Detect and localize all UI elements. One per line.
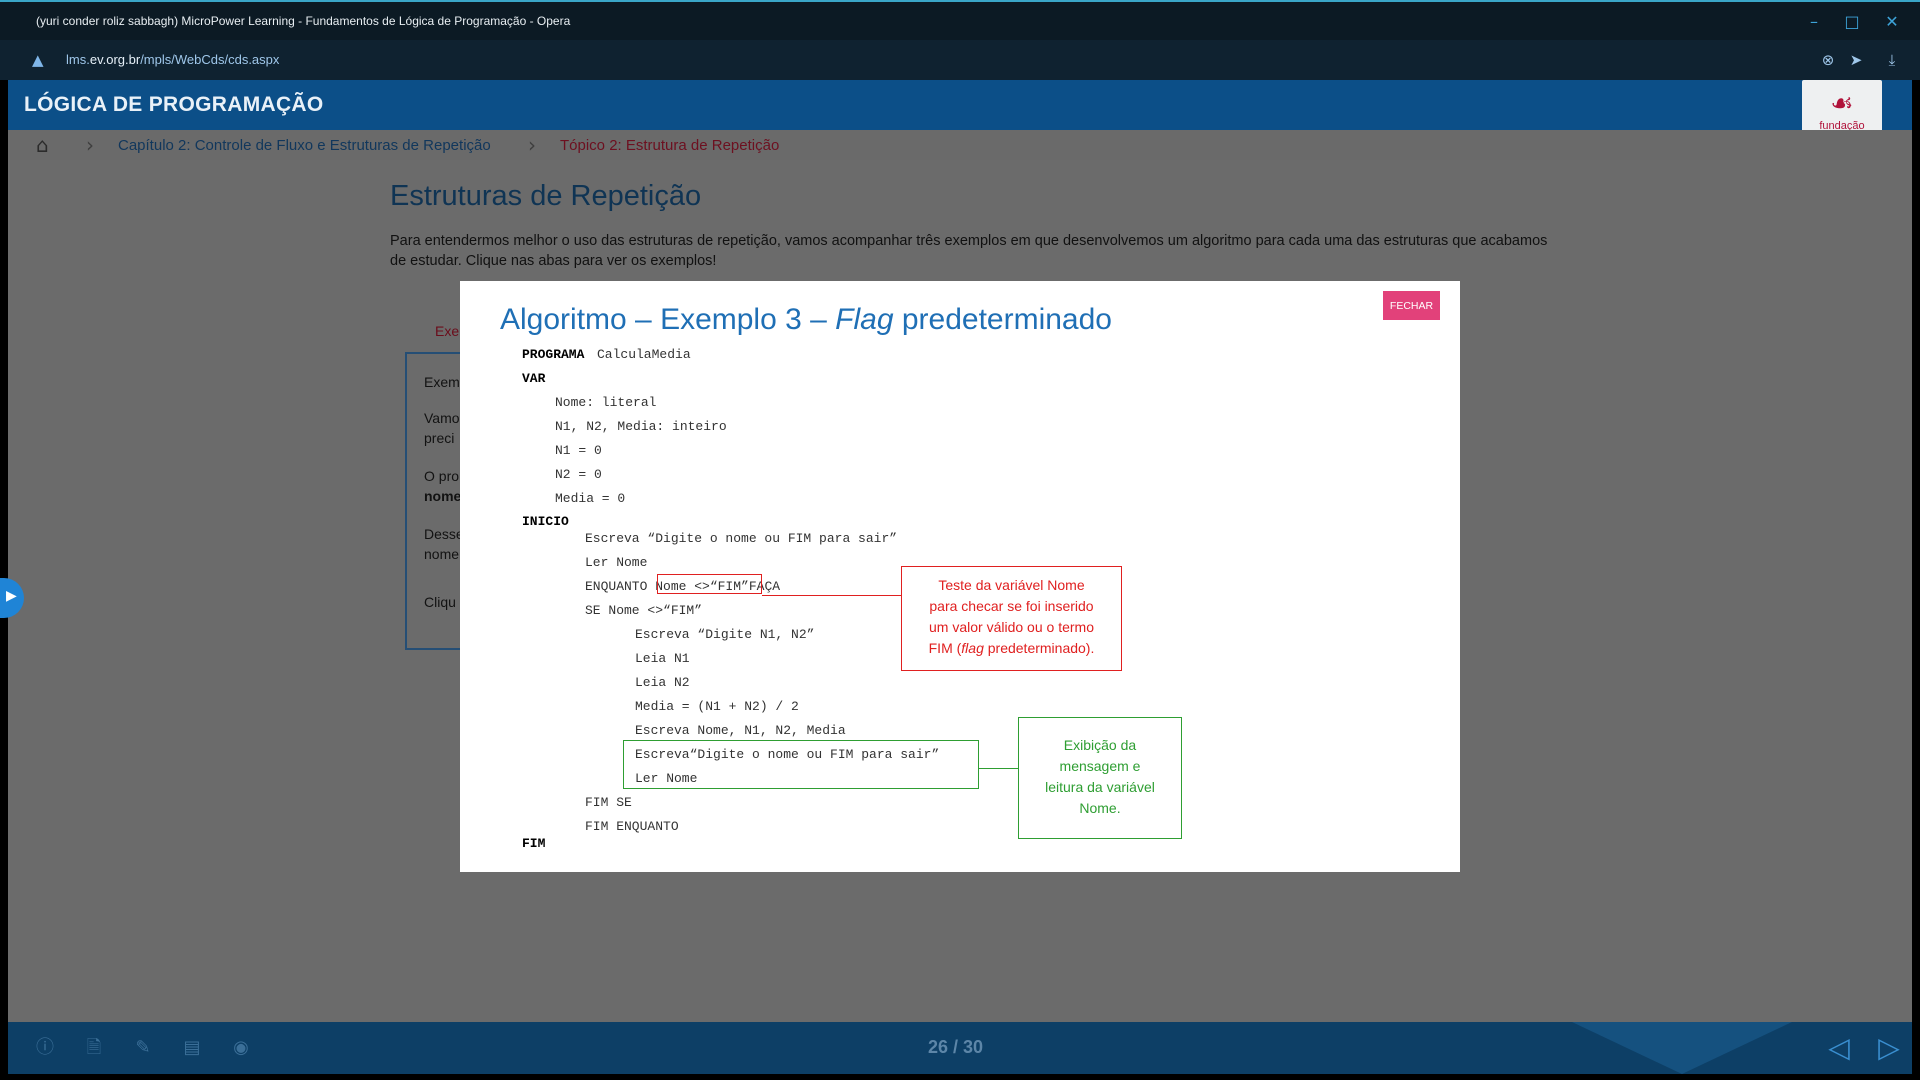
pdf-icon[interactable]: ▤ [180, 1036, 204, 1060]
url-text[interactable]: lms.ev.org.br/mpls/WebCds/cds.aspx [66, 52, 279, 67]
spellcheck-icon[interactable]: ✎ [131, 1036, 155, 1060]
previous-page-icon[interactable]: ◁ [1824, 1032, 1854, 1064]
course-footer: ⓘ 🗎 ✎ ▤ ◉ 26 / 30 ◁ ▷ [8, 1022, 1912, 1074]
intro-text: Para entendermos melhor o uso das estrut… [390, 233, 1548, 269]
info-icon[interactable]: ⓘ [33, 1036, 57, 1060]
code-line: N1 = 0 [555, 443, 602, 458]
adblock-icon[interactable]: ⊗ [1818, 50, 1838, 70]
download-icon[interactable]: ⤓ [1882, 50, 1902, 70]
code-line: CalculaMedia [597, 347, 691, 362]
message-highlight-box [623, 740, 979, 789]
footer-decoration [1572, 1022, 1792, 1074]
code-keyword: PROGRAMA [522, 347, 585, 362]
example-modal: Algoritmo – Exemplo 3 – Flag predetermin… [460, 281, 1460, 872]
app-title: LÓGICA DE PROGRAMAÇÃO [24, 93, 324, 116]
code-line: FIM ENQUANTO [585, 819, 679, 834]
code-keyword: VAR [522, 371, 546, 386]
maximize-icon[interactable]: □ [1838, 10, 1866, 34]
code-line: Media = 0 [555, 491, 626, 506]
chevron-right-icon: › [528, 133, 536, 157]
code-line: Escreva Nome, N1, N2, Media [635, 723, 846, 738]
code-line: FIM SE [585, 795, 632, 810]
chevron-right-icon: › [86, 133, 94, 157]
window-title: (yuri conder roliz sabbagh) MicroPower L… [36, 14, 571, 28]
code-line: Leia N2 [635, 675, 690, 690]
page-title: Estruturas de Repetição [390, 180, 702, 212]
close-button[interactable]: FECHAR [1383, 291, 1440, 320]
breadcrumb: ⌂ › Capítulo 2: Controle de Fluxo e Estr… [8, 130, 1912, 160]
example-tab[interactable]: Exe [435, 323, 459, 339]
modal-title: Algoritmo – Exemplo 3 – Flag predetermin… [500, 303, 1112, 336]
next-page-icon[interactable]: ▷ [1874, 1032, 1904, 1064]
code-line: Nome: literal [555, 395, 657, 410]
condition-highlight-box [657, 574, 762, 594]
breadcrumb-topic[interactable]: Tópico 2: Estrutura de Repetição [560, 137, 779, 154]
warning-icon[interactable]: ▲ [32, 51, 44, 69]
code-line: Escreva “Digite o nome ou FIM para sair” [585, 531, 898, 546]
page-indicator: 26 / 30 [928, 1037, 984, 1057]
address-bar[interactable]: ▲ lms.ev.org.br/mpls/WebCds/cds.aspx ⊗ ➤… [0, 40, 1920, 80]
eye-icon[interactable]: ◉ [229, 1036, 253, 1060]
home-icon[interactable]: ⌂ [36, 133, 49, 157]
send-icon[interactable]: ➤ [1846, 50, 1866, 70]
red-note-text: Teste da variável Nome para checar se fo… [928, 577, 1095, 656]
connector-line [762, 595, 902, 596]
document-icon[interactable]: 🗎 [82, 1036, 106, 1060]
app-header: LÓGICA DE PROGRAMAÇÃO [8, 80, 1912, 130]
play-arrow-icon: ▶ [6, 588, 17, 604]
code-line: SE Nome <>“FIM” [585, 603, 703, 618]
browser-titlebar: (yuri conder roliz sabbagh) MicroPower L… [0, 0, 1920, 40]
bottom-strip [0, 1074, 1920, 1080]
green-note-text: Exibição da mensagem e leitura da variáv… [1045, 737, 1155, 816]
connector-line [979, 768, 1019, 769]
code-line: Media = (N1 + N2) / 2 [635, 699, 799, 714]
code-keyword: INICIO [522, 514, 569, 529]
code-line: N1, N2, Media: inteiro [555, 419, 727, 434]
close-window-icon[interactable]: ✕ [1878, 10, 1906, 34]
minimize-icon[interactable]: – [1800, 10, 1828, 34]
code-line: Leia N1 [635, 651, 690, 666]
code-line: Escreva “Digite N1, N2” [635, 627, 815, 642]
breadcrumb-chapter[interactable]: Capítulo 2: Controle de Fluxo e Estrutur… [118, 137, 491, 154]
code-line: N2 = 0 [555, 467, 602, 482]
bradesco-tree-icon: ☙ [1830, 89, 1854, 119]
code-keyword: FIM [522, 836, 546, 851]
code-line: Ler Nome [585, 555, 648, 570]
